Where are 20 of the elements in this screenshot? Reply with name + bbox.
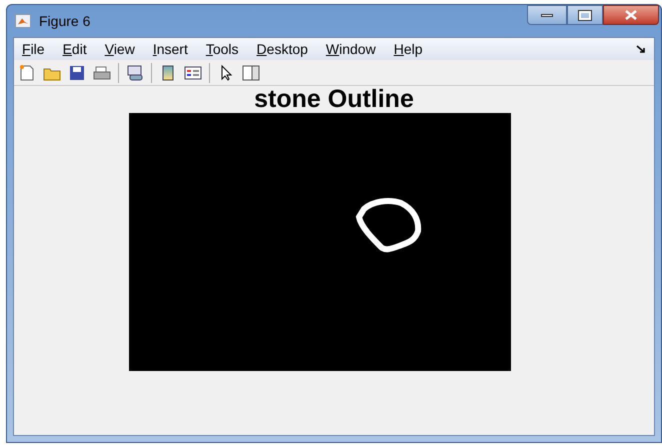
menu-item[interactable]: Desktop bbox=[256, 38, 308, 60]
menu-item[interactable]: Help bbox=[394, 38, 423, 60]
menu-item[interactable]: Tools bbox=[206, 38, 239, 60]
maximize-button[interactable] bbox=[567, 5, 603, 25]
menu-item[interactable]: Insert bbox=[152, 38, 188, 60]
window-title: Figure 6 bbox=[39, 12, 90, 31]
close-button[interactable] bbox=[603, 5, 659, 25]
legend-icon[interactable] bbox=[184, 64, 202, 82]
app-logo-icon bbox=[15, 14, 31, 28]
close-icon bbox=[625, 10, 637, 20]
dock-arrow-icon[interactable] bbox=[636, 44, 646, 54]
plot-title: stone Outline bbox=[254, 86, 414, 113]
minimize-button[interactable] bbox=[527, 5, 567, 25]
property-panel-icon[interactable] bbox=[242, 64, 260, 82]
menu-item[interactable]: File bbox=[22, 38, 45, 60]
menu-item[interactable]: Window bbox=[326, 38, 376, 60]
printer-icon[interactable] bbox=[93, 64, 111, 82]
new-file-icon[interactable] bbox=[18, 64, 36, 82]
menu-item[interactable]: View bbox=[104, 38, 135, 60]
menu-item[interactable]: Edit bbox=[62, 38, 87, 60]
